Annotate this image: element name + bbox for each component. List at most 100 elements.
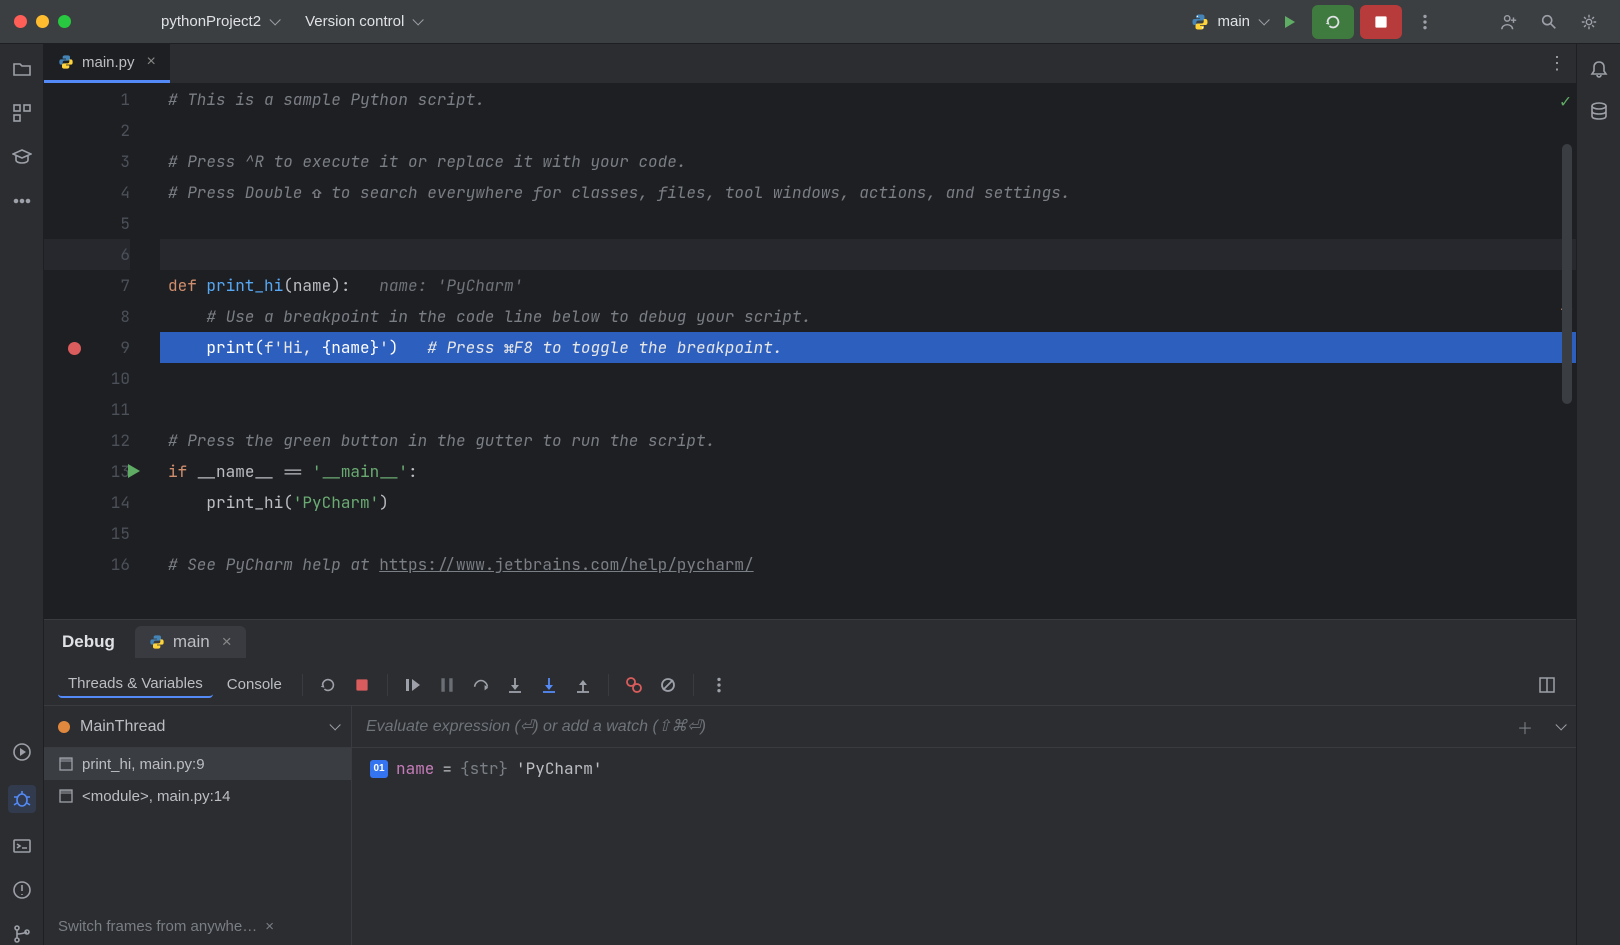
- project-selector[interactable]: pythonProject2: [161, 13, 277, 30]
- step-over-icon: [472, 676, 490, 694]
- debug-toolbar: Threads & Variables Console: [44, 664, 1576, 706]
- editor-tab[interactable]: main.py ×: [44, 44, 170, 83]
- debug-panel: Debug main × Threads & Variables Console: [44, 619, 1576, 945]
- run-config-name: main: [1217, 13, 1250, 30]
- editor-scrollbar[interactable]: [1562, 144, 1572, 404]
- git-branch-icon: [12, 924, 32, 944]
- search-icon: [1540, 13, 1558, 31]
- threads-tab[interactable]: Threads & Variables: [58, 671, 213, 698]
- more-tools-button[interactable]: [11, 190, 33, 212]
- code-line: # Press Double ⇧ to search everywhere fo…: [168, 182, 1070, 203]
- terminal-tool-button[interactable]: [11, 835, 33, 857]
- add-watch-button[interactable]: ＋: [1508, 715, 1542, 739]
- mute-breakpoints-button[interactable]: [653, 670, 683, 700]
- notifications-button[interactable]: [1588, 58, 1610, 80]
- debug-more-button[interactable]: [704, 670, 734, 700]
- stack-frame[interactable]: print_hi, main.py:9: [44, 748, 351, 780]
- project-tool-button[interactable]: [11, 58, 33, 80]
- step-over-button[interactable]: [466, 670, 496, 700]
- project-name: pythonProject2: [161, 13, 261, 30]
- debug-session-tab[interactable]: main ×: [135, 626, 246, 658]
- stop-icon: [353, 676, 371, 694]
- layout-button[interactable]: [1532, 670, 1562, 700]
- code-editor[interactable]: 12345 678 9 101112 13 141516 # This is a…: [44, 84, 1576, 619]
- maximize-window-button[interactable]: [58, 15, 71, 28]
- window-controls: [14, 15, 71, 28]
- problems-tool-button[interactable]: [11, 879, 33, 901]
- python-icon: [58, 54, 74, 70]
- database-icon: [1589, 101, 1609, 121]
- close-window-button[interactable]: [14, 15, 27, 28]
- close-tab-button[interactable]: ×: [147, 53, 156, 71]
- close-session-button[interactable]: ×: [222, 632, 232, 652]
- vcs-tool-button[interactable]: [11, 923, 33, 945]
- run-tool-button[interactable]: [11, 741, 33, 763]
- frames-hint: Switch frames from anywhe… ×: [44, 908, 351, 945]
- resume-button[interactable]: [398, 670, 428, 700]
- code-line: # This is a sample Python script.: [168, 89, 485, 110]
- rerun-button[interactable]: [1312, 5, 1354, 39]
- step-into-my-icon: [540, 676, 558, 694]
- inlay-hint: name: 'PyCharm': [350, 275, 523, 296]
- breakpoints-icon: [625, 676, 643, 694]
- kebab-icon: [710, 676, 728, 694]
- code-area[interactable]: # This is a sample Python script. # Pres…: [160, 84, 1576, 619]
- code-line: # Press ^R to execute it or replace it w…: [168, 151, 686, 172]
- run-config-selector[interactable]: main: [1191, 13, 1266, 31]
- settings-button[interactable]: [1572, 5, 1606, 39]
- terminal-icon: [12, 836, 32, 856]
- structure-icon: [12, 103, 32, 123]
- evaluate-expression-input[interactable]: [352, 718, 1508, 736]
- eval-history-button[interactable]: [1542, 718, 1576, 736]
- help-link[interactable]: https://www.jetbrains.com/help/pycharm/: [379, 554, 753, 575]
- run-gutter-icon[interactable]: [128, 464, 140, 478]
- tab-options-button[interactable]: ⋮: [1548, 53, 1566, 74]
- dismiss-hint-button[interactable]: ×: [265, 918, 274, 935]
- thread-status-icon: [58, 721, 70, 733]
- gear-icon: [1580, 13, 1598, 31]
- search-everywhere-button[interactable]: [1532, 5, 1566, 39]
- rerun-debug-button[interactable]: [313, 670, 343, 700]
- gutter[interactable]: 12345 678 9 101112 13 141516: [44, 84, 160, 619]
- step-out-button[interactable]: [568, 670, 598, 700]
- structure-tool-button[interactable]: [11, 102, 33, 124]
- stop-icon: [1372, 13, 1390, 31]
- pause-button[interactable]: [432, 670, 462, 700]
- inspection-ok-icon: ✓: [1560, 86, 1574, 117]
- resume-icon: [404, 676, 422, 694]
- view-breakpoints-button[interactable]: [619, 670, 649, 700]
- chevron-down-icon: [269, 13, 277, 30]
- console-tab[interactable]: Console: [217, 672, 292, 697]
- learn-tool-button[interactable]: [11, 146, 33, 168]
- thread-selector[interactable]: MainThread: [44, 706, 351, 748]
- more-actions-button[interactable]: [1408, 5, 1442, 39]
- step-into-my-button[interactable]: [534, 670, 564, 700]
- kebab-icon: [1416, 13, 1434, 31]
- inspection-strip[interactable]: ✓: [1560, 86, 1574, 117]
- stack-frame[interactable]: <module>, main.py:14: [44, 780, 351, 812]
- run-button[interactable]: [1272, 5, 1306, 39]
- stop-button[interactable]: [1360, 5, 1402, 39]
- step-into-icon: [506, 676, 524, 694]
- python-icon: [1191, 13, 1209, 31]
- debug-tool-button[interactable]: [8, 785, 36, 813]
- warning-icon: [12, 880, 32, 900]
- folder-icon: [12, 59, 32, 79]
- debug-panel-tabs: Debug main ×: [44, 620, 1576, 664]
- debug-title[interactable]: Debug: [62, 632, 115, 652]
- variable-row[interactable]: 01 name = {str} 'PyCharm': [352, 748, 1576, 789]
- step-into-button[interactable]: [500, 670, 530, 700]
- minimize-window-button[interactable]: [36, 15, 49, 28]
- stop-debug-button[interactable]: [347, 670, 377, 700]
- person-plus-icon: [1500, 13, 1518, 31]
- code-with-me-button[interactable]: [1492, 5, 1526, 39]
- variable-type-icon: 01: [370, 760, 388, 778]
- frame-icon: [58, 788, 74, 804]
- ellipsis-icon: [12, 191, 32, 211]
- vcs-selector[interactable]: Version control: [305, 13, 420, 30]
- tab-filename: main.py: [82, 54, 135, 71]
- breakpoint-marker[interactable]: [68, 342, 81, 355]
- vcs-label: Version control: [305, 13, 404, 30]
- database-tool-button[interactable]: [1588, 100, 1610, 122]
- titlebar: pythonProject2 Version control main: [0, 0, 1620, 44]
